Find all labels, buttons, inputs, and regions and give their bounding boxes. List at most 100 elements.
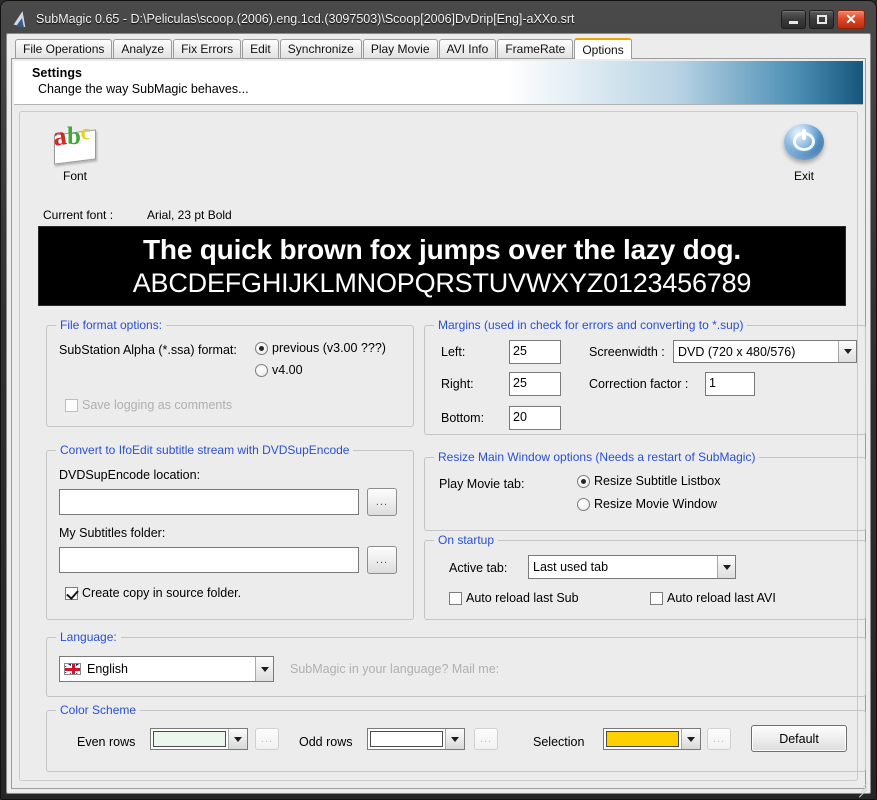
minimize-icon (789, 20, 798, 24)
chevron-down-icon[interactable] (681, 729, 700, 749)
chevron-down-icon[interactable] (255, 657, 273, 681)
font-preview-line-1: The quick brown fox jumps over the lazy … (143, 234, 741, 265)
play-movie-tab-label: Play Movie tab: (439, 477, 525, 491)
radio-resize-movie-window[interactable]: Resize Movie Window (577, 497, 717, 511)
ssa-format-label: SubStation Alpha (*.ssa) format: (59, 343, 237, 357)
window-title: SubMagic 0.65 - D:\Peliculas\scoop.(2006… (36, 12, 575, 26)
checkbox-auto-reload-sub[interactable]: Auto reload last Sub (449, 591, 579, 605)
checkbox-auto-reload-avi-label: Auto reload last AVI (667, 591, 776, 605)
close-button[interactable]: ✕ (837, 9, 865, 29)
chevron-down-icon[interactable] (228, 729, 247, 749)
margin-right-input[interactable]: 25 (509, 372, 561, 396)
margin-bottom-input[interactable]: 20 (509, 406, 561, 430)
font-button[interactable]: a b c Font (32, 119, 118, 183)
selection-browse-button[interactable]: ... (707, 728, 731, 750)
dvdsupencode-location-browse-button[interactable]: ... (367, 488, 397, 516)
default-button[interactable]: Default (751, 725, 847, 752)
screenwidth-select[interactable]: DVD (720 x 480/576) (673, 340, 857, 363)
radio-resize-movie-window-label: Resize Movie Window (594, 497, 717, 511)
page-subtitle: Change the way SubMagic behaves... (38, 82, 249, 96)
client-area: File Operations Analyze Fix Errors Edit … (6, 33, 871, 798)
maximize-button[interactable] (809, 9, 834, 29)
tab-framerate[interactable]: FrameRate (497, 39, 574, 58)
settings-panel: a b c Font Exit Current font: Arial, 23… (19, 111, 866, 781)
active-tab-label: Active tab: (449, 561, 508, 575)
language-select[interactable]: English (59, 656, 274, 682)
even-rows-color-select[interactable] (150, 728, 248, 750)
radio-ssa-previous[interactable]: previous (v3.00 ???) (255, 341, 386, 355)
odd-rows-browse-button[interactable]: ... (474, 728, 498, 750)
my-subtitles-folder-browse-button[interactable]: ... (367, 546, 397, 574)
margin-right-label: Right: (441, 377, 474, 391)
tab-avi-info[interactable]: AVI Info (438, 39, 497, 58)
correction-factor-label: Correction factor : (589, 377, 689, 391)
margin-left-input[interactable]: 25 (509, 340, 561, 364)
radio-ssa-v400-label: v4.00 (272, 363, 303, 377)
radio-indicator (255, 341, 268, 355)
maximize-icon (816, 14, 827, 24)
file-format-group: File format options: SubStation Alpha (*… (46, 318, 414, 427)
even-rows-swatch (153, 731, 226, 747)
settings-banner: Settings Change the way SubMagic behaves… (14, 61, 863, 105)
font-preview: The quick brown fox jumps over the lazy … (38, 226, 846, 306)
checkbox-save-logging[interactable]: Save logging as comments (65, 398, 232, 412)
chevron-down-icon[interactable] (717, 556, 735, 578)
chevron-down-icon[interactable] (838, 341, 856, 362)
margins-group: Margins (used in check for errors and co… (424, 318, 866, 435)
checkbox-auto-reload-sub-label: Auto reload last Sub (466, 591, 579, 605)
dvdsupencode-group-label: Convert to IfoEdit subtitle stream with … (56, 443, 354, 457)
app-icon (12, 9, 30, 28)
odd-rows-label: Odd rows (299, 735, 353, 749)
selection-color-select[interactable] (603, 728, 701, 750)
checkbox-save-logging-label: Save logging as comments (82, 398, 233, 412)
radio-resize-subtitle-listbox-label: Resize Subtitle Listbox (594, 474, 721, 488)
tab-play-movie[interactable]: Play Movie (362, 39, 438, 58)
dvdsupencode-location-label: DVDSupEncode location: (59, 468, 201, 482)
language-group-label: Language: (56, 630, 121, 644)
color-scheme-group-label: Color Scheme (56, 703, 141, 717)
tab-analyze[interactable]: Analyze (113, 39, 173, 58)
language-group: Language: English SubMagic in your langu… (46, 630, 866, 697)
checkbox-auto-reload-avi[interactable]: Auto reload last AVI (650, 591, 776, 605)
window-controls: ✕ (781, 9, 869, 29)
even-rows-label: Even rows (77, 735, 136, 749)
correction-factor-input[interactable]: 1 (705, 372, 755, 396)
tab-edit[interactable]: Edit (242, 39, 279, 58)
tab-options[interactable]: Options (574, 38, 632, 59)
checkbox-create-copy[interactable]: Create copy in source folder. (65, 586, 241, 600)
radio-ssa-v400[interactable]: v4.00 (255, 363, 303, 377)
even-rows-browse-button[interactable]: ... (255, 728, 279, 750)
resize-main-window-group-label: Resize Main Window options (Needs a rest… (434, 450, 760, 464)
dvdsupencode-location-input[interactable] (59, 489, 359, 515)
file-format-group-label: File format options: (56, 318, 167, 332)
resize-grip[interactable] (854, 778, 868, 798)
screenwidth-label: Screenwidth : (589, 345, 665, 359)
margins-group-label: Margins (used in check for errors and co… (434, 318, 748, 332)
tab-synchronize[interactable]: Synchronize (279, 39, 362, 58)
exit-button[interactable]: Exit (761, 122, 847, 183)
page-title: Settings (32, 66, 83, 80)
language-hint: SubMagic in your language? Mail me: (290, 662, 500, 676)
checkbox-indicator (65, 586, 78, 600)
font-preview-line-2: ABCDEFGHIJKLMNOPQRSTUVWXYZ0123456789 (132, 268, 752, 298)
radio-resize-subtitle-listbox[interactable]: Resize Subtitle Listbox (577, 474, 720, 488)
radio-ssa-previous-label: previous (v3.00 ???) (272, 341, 386, 355)
font-button-label: Font (62, 169, 87, 183)
application-window: SubMagic 0.65 - D:\Peliculas\scoop.(2006… (0, 0, 877, 800)
chevron-down-icon[interactable] (445, 729, 464, 749)
radio-indicator (577, 474, 590, 488)
color-scheme-group: Color Scheme Even rows ... Odd rows ... (46, 703, 866, 772)
on-startup-group: On startup Active tab: Last used tab Aut… (424, 533, 866, 620)
my-subtitles-folder-input[interactable] (59, 547, 359, 573)
screenwidth-value: DVD (720 x 480/576) (678, 344, 796, 359)
active-tab-value: Last used tab (533, 560, 609, 574)
on-startup-group-label: On startup (434, 533, 499, 547)
tab-fix-errors[interactable]: Fix Errors (173, 39, 242, 58)
odd-rows-color-select[interactable] (367, 728, 465, 750)
radio-indicator (577, 497, 590, 511)
tab-file-operations[interactable]: File Operations (15, 39, 113, 58)
minimize-button[interactable] (781, 9, 806, 29)
odd-rows-swatch (370, 731, 443, 747)
active-tab-select[interactable]: Last used tab (528, 555, 736, 579)
exit-button-label: Exit (793, 169, 814, 183)
